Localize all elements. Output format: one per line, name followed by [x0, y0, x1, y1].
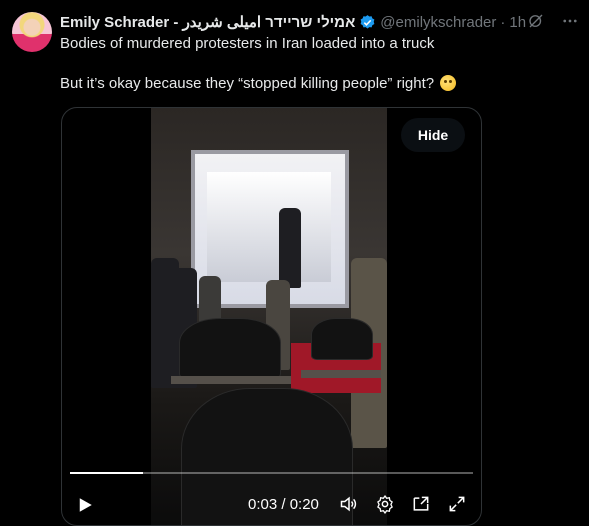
- tweet-text-line-1: Bodies of murdered protesters in Iran lo…: [60, 35, 435, 52]
- video-progress-fill: [70, 472, 143, 474]
- tweet-text: Bodies of murdered protesters in Iran lo…: [60, 34, 573, 94]
- settings-icon[interactable]: [375, 494, 395, 514]
- video-time: 0:03 / 0:20: [248, 496, 319, 513]
- grok-icon[interactable]: [527, 12, 545, 30]
- video-player[interactable]: Hide 0:03 / 0:20: [61, 107, 482, 526]
- play-icon[interactable]: [76, 496, 94, 514]
- video-frame[interactable]: [151, 108, 387, 525]
- video-progress-bar[interactable]: [70, 472, 473, 474]
- author-name[interactable]: Emily Schrader - אמילי שריידר امیلی شرید…: [60, 13, 355, 31]
- tweet-text-line-2-text: But it’s okay because they “stopped kill…: [60, 75, 435, 92]
- avatar[interactable]: [12, 12, 52, 52]
- tweet-header: Emily Schrader - אמילי שריידר امیلی شرید…: [60, 12, 579, 32]
- volume-icon[interactable]: [339, 494, 359, 514]
- tweet-text-line-2: But it’s okay because they “stopped kill…: [60, 74, 573, 94]
- more-icon[interactable]: [561, 12, 579, 30]
- pip-icon[interactable]: [411, 494, 431, 514]
- author-handle[interactable]: @emilykschrader: [380, 14, 496, 31]
- eye-roll-emoji-icon: [440, 75, 457, 91]
- video-controls: 0:03 / 0:20: [62, 490, 481, 520]
- fullscreen-icon[interactable]: [447, 494, 467, 514]
- verified-badge-icon: [359, 14, 376, 31]
- separator-dot: ·: [500, 13, 506, 31]
- hide-button[interactable]: Hide: [401, 118, 465, 152]
- post-time[interactable]: 1h: [509, 14, 526, 31]
